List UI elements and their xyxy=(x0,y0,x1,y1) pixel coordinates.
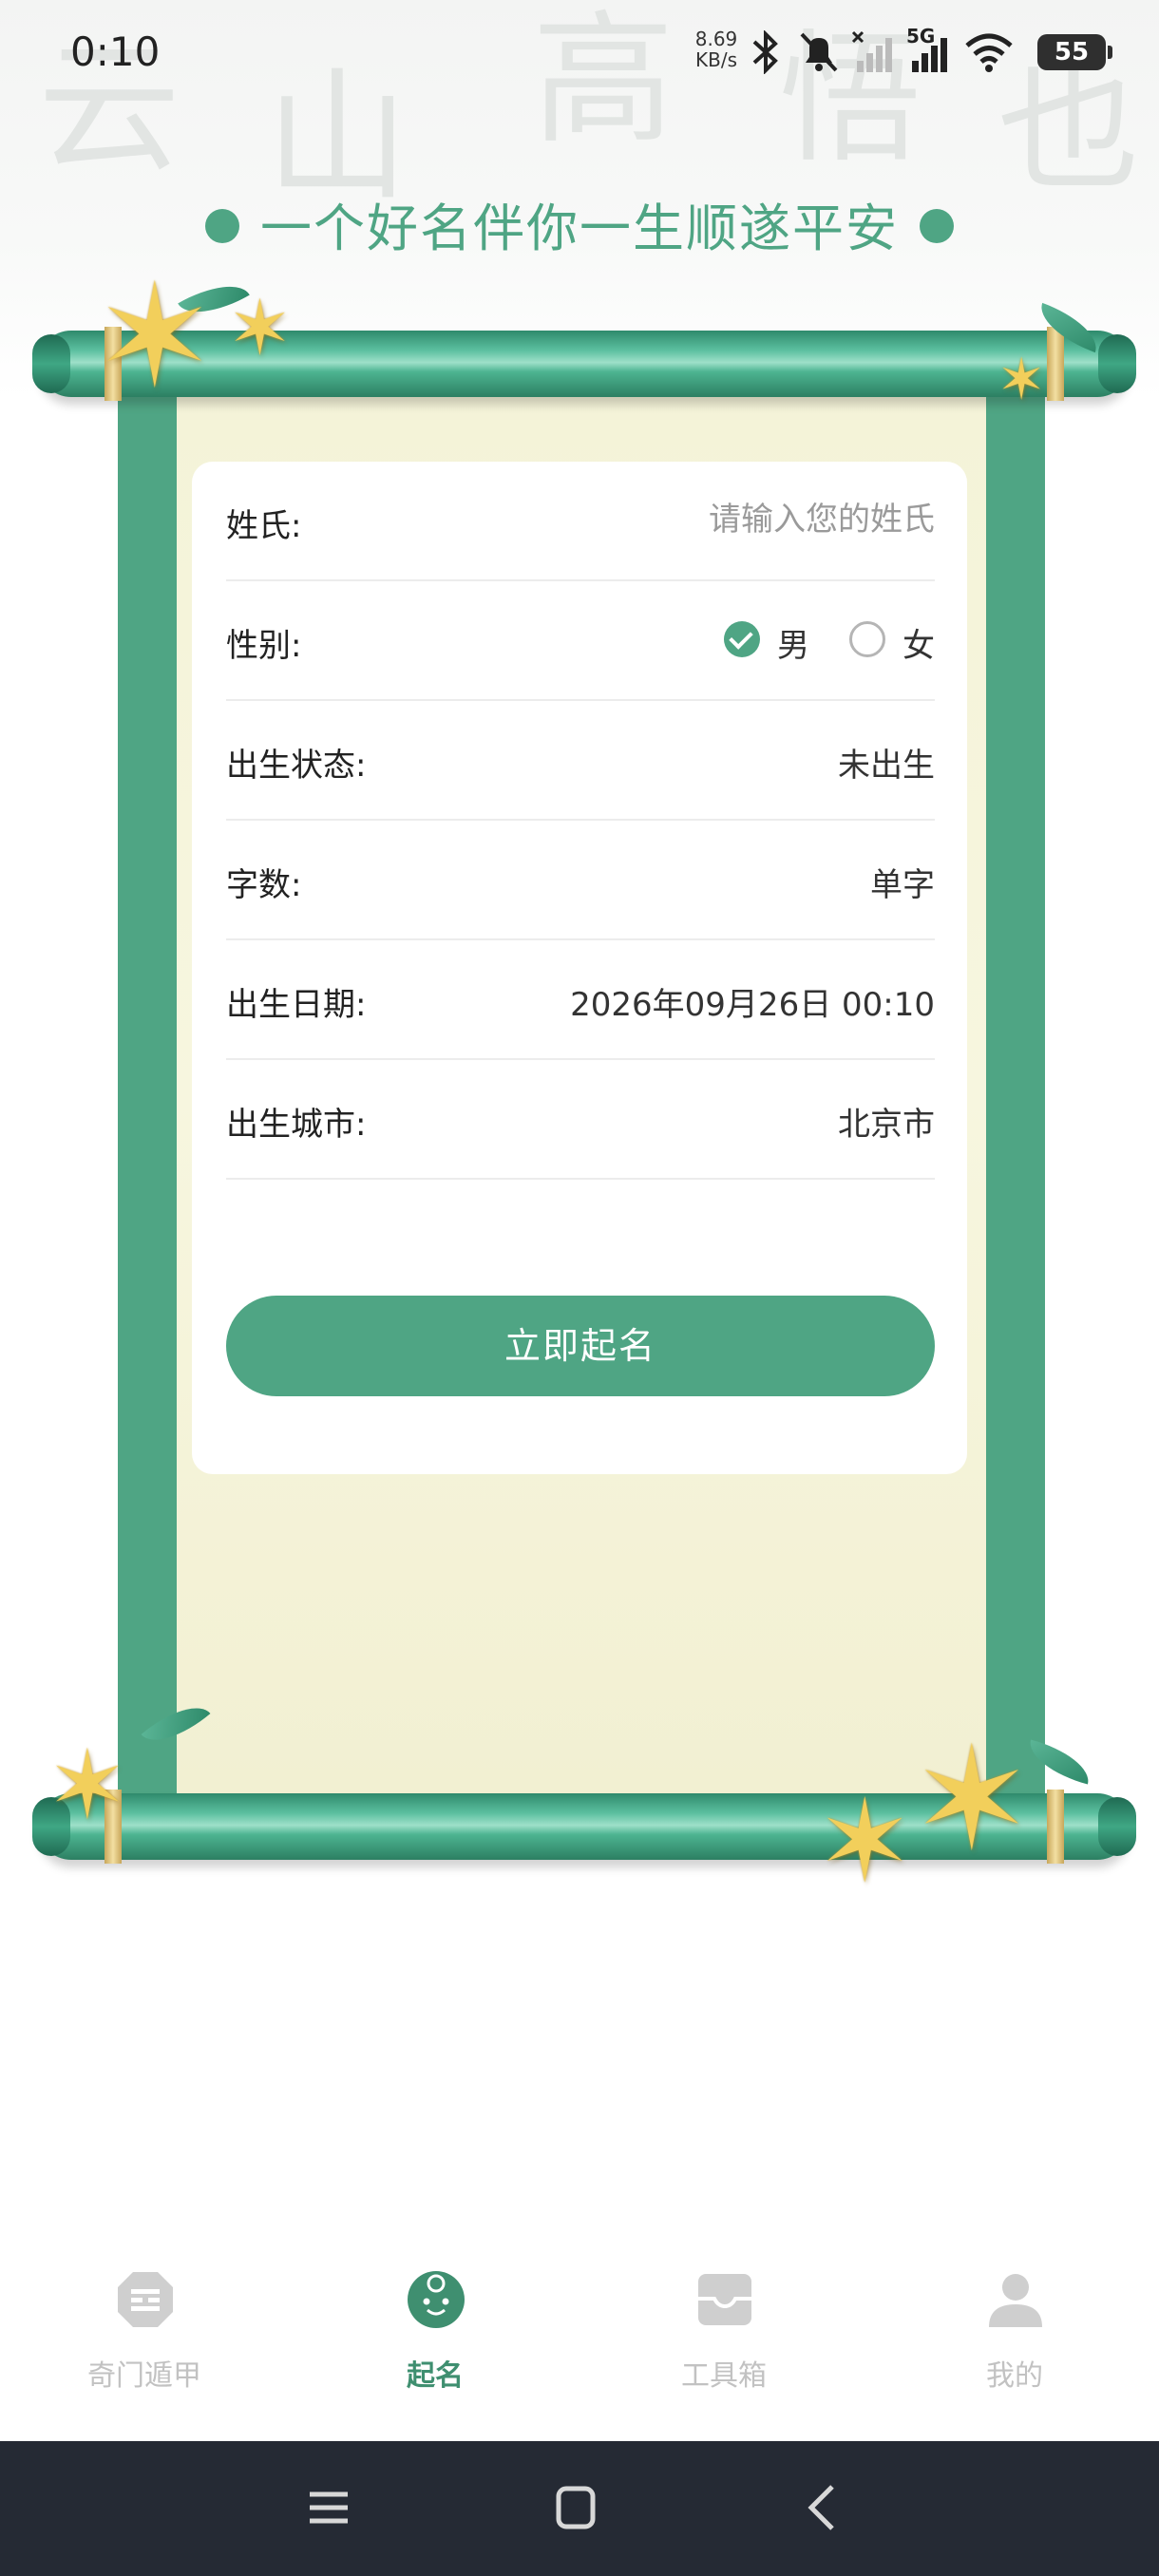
tab-mine[interactable]: 我的 xyxy=(920,2270,1110,2403)
slogan-dot-right xyxy=(920,209,954,244)
gender-option-female[interactable]: 女 xyxy=(849,616,935,665)
birth-city-value[interactable]: 北京市 xyxy=(838,1098,935,1145)
surname-input[interactable] xyxy=(536,490,935,549)
qimen-icon xyxy=(118,2272,173,2327)
char-count-label: 字数: xyxy=(226,866,302,904)
birth-date-row[interactable]: 出生日期: 2026年09月26日 00:10 xyxy=(226,940,935,1060)
birth-city-row[interactable]: 出生城市: 北京市 xyxy=(226,1060,935,1180)
status-icons: 8.69 KB/s 5G 55 xyxy=(688,25,1112,82)
battery-indicator: 55 xyxy=(1037,34,1112,70)
bottom-tab-bar: 奇门遁甲 起名 工具箱 我的 xyxy=(0,2251,1159,2441)
tab-label: 奇门遁甲 xyxy=(87,2359,201,2393)
status-bar: 0:10 8.69 KB/s 5G 55 xyxy=(0,0,1159,106)
back-icon[interactable] xyxy=(785,2479,861,2536)
tab-toolbox[interactable]: 工具箱 xyxy=(629,2270,819,2403)
flower-decoration: ✶ xyxy=(998,347,1046,413)
wifi-icon xyxy=(965,33,1013,72)
flower-decoration: ✶ xyxy=(95,255,215,420)
flower-decoration: ✶ xyxy=(48,1730,127,1841)
slogan: 一个好名伴你一生顺遂平安 xyxy=(0,186,1159,261)
birth-status-row[interactable]: 出生状态: 未出生 xyxy=(226,701,935,821)
gender-row: 性别: 男 女 xyxy=(226,581,935,701)
status-time: 0:10 xyxy=(70,28,161,75)
surname-label: 姓氏: xyxy=(226,507,302,545)
radio-checked-icon[interactable] xyxy=(724,621,760,657)
flower-decoration: ✶ xyxy=(228,284,293,372)
gender-option-label: 男 xyxy=(777,627,809,665)
birth-status-label: 出生状态: xyxy=(226,747,367,785)
signal-icon xyxy=(912,38,947,72)
tab-qimen[interactable]: 奇门遁甲 xyxy=(49,2270,239,2403)
slogan-dot-left xyxy=(205,209,239,244)
baby-face-icon xyxy=(408,2271,465,2328)
network-speed-unit: KB/s xyxy=(695,48,737,71)
naming-form-card: 姓氏: 性别: 男 女 出生状态: 未出生 字数: 单字 出生日期: 2026年… xyxy=(192,462,967,1474)
toolbox-icon xyxy=(698,2274,751,2325)
start-naming-button[interactable]: 立即起名 xyxy=(226,1296,935,1396)
flower-decoration: ✶ xyxy=(912,1717,1032,1883)
flower-decoration: ✶ xyxy=(817,1776,913,1908)
tab-label: 起名 xyxy=(407,2359,464,2393)
surname-row: 姓氏: xyxy=(226,462,935,581)
tab-label: 我的 xyxy=(986,2359,1043,2393)
no-signal-icon xyxy=(851,30,892,72)
tab-label: 工具箱 xyxy=(681,2359,767,2393)
network-speed-value: 8.69 xyxy=(694,28,738,50)
gender-label: 性别: xyxy=(226,627,302,665)
birth-city-label: 出生城市: xyxy=(226,1106,367,1144)
bluetooth-icon xyxy=(752,30,778,74)
user-icon xyxy=(989,2274,1042,2327)
char-count-value[interactable]: 单字 xyxy=(870,859,935,905)
tab-naming[interactable]: 起名 xyxy=(340,2270,530,2403)
home-icon[interactable] xyxy=(538,2479,614,2536)
menu-icon[interactable] xyxy=(291,2479,367,2536)
silent-bell-icon xyxy=(800,32,838,72)
char-count-row[interactable]: 字数: 单字 xyxy=(226,821,935,940)
network-speed: 8.69 KB/s xyxy=(688,28,745,70)
system-navigation-bar xyxy=(0,2441,1159,2576)
birth-status-value[interactable]: 未出生 xyxy=(838,739,935,786)
gender-radio-group: 男 女 xyxy=(724,616,935,665)
slogan-text: 一个好名伴你一生顺遂平安 xyxy=(260,199,899,258)
radio-unchecked-icon[interactable] xyxy=(849,621,885,657)
gender-option-label: 女 xyxy=(902,627,935,665)
birth-date-label: 出生日期: xyxy=(226,986,367,1024)
birth-date-value[interactable]: 2026年09月26日 00:10 xyxy=(570,978,935,1025)
gender-option-male[interactable]: 男 xyxy=(724,616,815,665)
